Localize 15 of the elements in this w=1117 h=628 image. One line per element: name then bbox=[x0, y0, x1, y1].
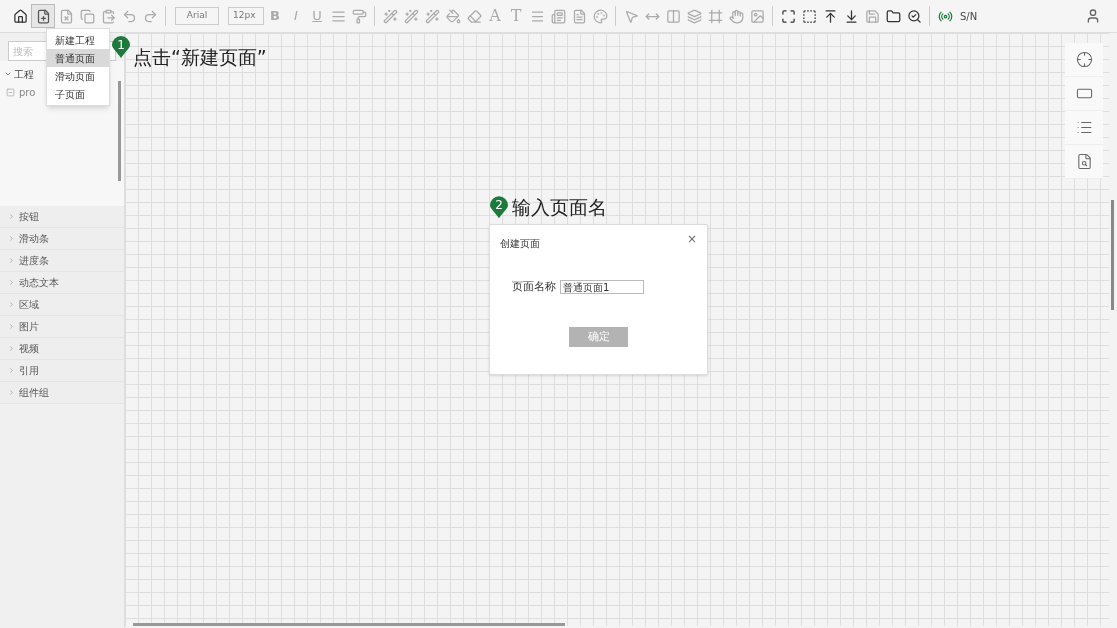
dialog-title: 创建页面 bbox=[500, 237, 540, 251]
category-label: 按钮 bbox=[19, 210, 39, 224]
category-label: 动态文本 bbox=[19, 276, 59, 290]
category-label: 滑动条 bbox=[19, 232, 49, 246]
category-label: 组件组 bbox=[19, 386, 49, 400]
field-label: 页面名称 bbox=[512, 279, 556, 295]
category-label: 引用 bbox=[19, 364, 39, 378]
tree-label: 工程 bbox=[14, 67, 34, 82]
category-label: 图片 bbox=[19, 320, 39, 334]
category-label: 视频 bbox=[19, 342, 39, 356]
callout-text: 输入页面名 bbox=[512, 195, 607, 220]
callout-text: 点击“新建页面” bbox=[133, 45, 267, 70]
category-label: 区域 bbox=[19, 298, 39, 312]
step-marker: 2 bbox=[490, 196, 508, 219]
category-label: 进度条 bbox=[19, 254, 49, 268]
